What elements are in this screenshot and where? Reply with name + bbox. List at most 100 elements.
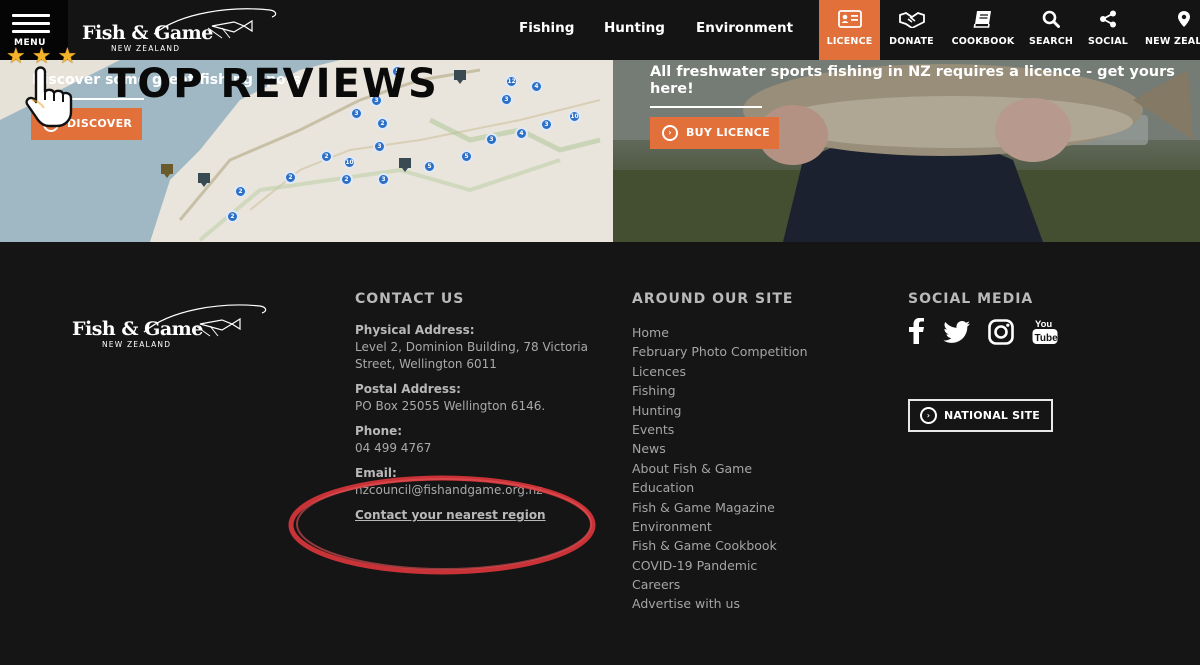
map-pin-marker[interactable]: 10 xyxy=(568,110,581,123)
map-pin-marker[interactable]: 2 xyxy=(376,117,389,130)
map-pin-marker[interactable]: 3 xyxy=(500,93,513,106)
nav-fishing-label: Fishing xyxy=(519,20,575,36)
physical-address-label: Physical Address: xyxy=(355,323,475,337)
instagram-icon[interactable] xyxy=(988,319,1014,349)
footer-link-covid[interactable]: COVID-19 Pandemic xyxy=(632,556,808,575)
trout-photo-panel: All freshwater sports fishing in NZ requ… xyxy=(613,60,1200,242)
contact-heading: CONTACT US xyxy=(355,291,465,307)
footer-link-cookbook[interactable]: Fish & Game Cookbook xyxy=(632,536,808,555)
national-site-label: NATIONAL SITE xyxy=(944,409,1041,422)
nav-hunting-label: Hunting xyxy=(604,20,665,36)
hut-marker-icon xyxy=(454,70,466,84)
highlight-ring xyxy=(288,475,596,575)
hut-marker-icon xyxy=(399,158,411,172)
map-pin-marker[interactable]: 5 xyxy=(460,150,473,163)
twitter-icon[interactable] xyxy=(943,321,971,347)
footer-link-environment[interactable]: Environment xyxy=(632,517,808,536)
map-pin-marker[interactable]: 2 xyxy=(284,171,297,184)
donate-button[interactable]: DONATE xyxy=(884,0,939,60)
licence-promo-underline xyxy=(650,106,762,108)
new-zealand-region-button[interactable]: NEW ZEAL xyxy=(1140,0,1200,60)
social-label: SOCIAL xyxy=(1087,36,1129,47)
youtube-icon[interactable]: You Tube xyxy=(1032,317,1058,349)
footer-link-education[interactable]: Education xyxy=(632,478,808,497)
map-pin-marker[interactable]: 3 xyxy=(350,107,363,120)
physical-address: Level 2, Dominion Building, 78 Victoria … xyxy=(355,340,588,371)
buy-licence-button[interactable]: › BUY LICENCE xyxy=(650,117,779,149)
donate-label: DONATE xyxy=(889,36,934,47)
licence-label: LICENCE xyxy=(826,36,873,47)
map-pin-marker[interactable]: 2 xyxy=(340,173,353,186)
map-pin-marker[interactable]: 3 xyxy=(377,173,390,186)
svg-text:Tube: Tube xyxy=(1035,333,1059,344)
map-pin-marker[interactable]: 3 xyxy=(540,118,553,131)
nav-environment-label: Environment xyxy=(696,20,794,36)
map-pin-marker[interactable]: 3 xyxy=(373,140,386,153)
map-pin-marker[interactable]: 2 xyxy=(234,185,247,198)
nav-environment[interactable]: Environment xyxy=(696,20,793,36)
logo-brand: Fish & Game xyxy=(82,22,213,44)
nav-fishing[interactable]: Fishing xyxy=(519,20,574,36)
licence-promo-heading: All freshwater sports fishing in NZ requ… xyxy=(650,64,1175,97)
site-links-heading: AROUND OUR SITE xyxy=(632,291,794,307)
nav-hunting[interactable]: Hunting xyxy=(604,20,665,36)
chevron-right-icon: › xyxy=(920,407,937,424)
social-button[interactable]: SOCIAL xyxy=(1084,0,1132,60)
site-logo[interactable]: Fish & Game NEW ZEALAND xyxy=(82,4,282,56)
cookbook-label: COOKBOOK xyxy=(951,36,1015,47)
top-reviews-title: TOP REVIEWS xyxy=(108,61,439,107)
map-pin-marker[interactable]: 2 xyxy=(226,210,239,223)
hamburger-icon xyxy=(12,14,50,17)
buy-licence-label: BUY LICENCE xyxy=(686,126,770,139)
footer-link-licences[interactable]: Licences xyxy=(632,362,808,381)
footer-link-events[interactable]: Events xyxy=(632,420,808,439)
footer-logo-subtitle: NEW ZEALAND xyxy=(102,340,172,349)
map-pin-marker[interactable]: 10 xyxy=(343,156,356,169)
footer-link-careers[interactable]: Careers xyxy=(632,575,808,594)
footer-logo-brand: Fish & Game xyxy=(72,318,203,340)
hamburger-icon-bar xyxy=(12,22,50,25)
facebook-icon[interactable] xyxy=(907,317,925,348)
footer-link-hunting[interactable]: Hunting xyxy=(632,401,808,420)
chevron-right-icon: › xyxy=(662,125,678,141)
search-button[interactable]: SEARCH xyxy=(1026,0,1076,60)
postal-address: PO Box 25055 Wellington 6146. xyxy=(355,399,546,413)
footer-link-magazine[interactable]: Fish & Game Magazine xyxy=(632,498,808,517)
phone-number[interactable]: 04 499 4767 xyxy=(355,440,605,457)
map-pin-marker[interactable]: 12 xyxy=(505,75,518,88)
footer-link-fishing[interactable]: Fishing xyxy=(632,381,808,400)
map-pin-marker[interactable]: 5 xyxy=(423,160,436,173)
region-label: NEW ZEAL xyxy=(1145,36,1200,47)
hamburger-icon-bar xyxy=(12,30,50,33)
footer-link-photo-competition[interactable]: February Photo Competition xyxy=(632,342,808,361)
postal-address-label: Postal Address: xyxy=(355,382,461,396)
book-icon xyxy=(973,11,991,28)
ranger-marker-icon xyxy=(161,164,173,178)
footer-link-about[interactable]: About Fish & Game xyxy=(632,459,808,478)
handshake-icon xyxy=(898,12,925,28)
map-pin-marker[interactable]: 4 xyxy=(530,80,543,93)
map-pin-marker[interactable]: 3 xyxy=(485,133,498,146)
footer-logo[interactable]: Fish & Game NEW ZEALAND xyxy=(72,296,272,352)
top-navigation: MENU Fish & Game NEW ZEALAND Fishing Hun… xyxy=(0,0,1200,60)
map-pin-icon xyxy=(1178,11,1190,27)
map-pin-marker[interactable]: 4 xyxy=(515,127,528,140)
id-card-icon xyxy=(837,10,862,28)
footer-link-home[interactable]: Home xyxy=(632,323,808,342)
logo-subtitle: NEW ZEALAND xyxy=(111,44,181,53)
site-links-list: Home February Photo Competition Licences… xyxy=(632,323,808,614)
share-icon xyxy=(1100,10,1116,28)
national-site-button[interactable]: › NATIONAL SITE xyxy=(908,399,1053,432)
social-media-heading: SOCIAL MEDIA xyxy=(908,291,1034,307)
hut-marker-icon xyxy=(198,173,210,187)
licence-button[interactable]: LICENCE xyxy=(819,0,880,60)
phone-label: Phone: xyxy=(355,424,403,438)
search-label: SEARCH xyxy=(1028,36,1074,47)
pointing-hand-cursor-icon xyxy=(25,66,73,128)
cookbook-button[interactable]: COOKBOOK xyxy=(948,0,1018,60)
map-pin-marker[interactable]: 2 xyxy=(320,150,333,163)
footer-link-advertise[interactable]: Advertise with us xyxy=(632,594,808,613)
svg-text:You: You xyxy=(1035,319,1052,330)
search-icon xyxy=(1042,10,1060,28)
footer-link-news[interactable]: News xyxy=(632,439,808,458)
